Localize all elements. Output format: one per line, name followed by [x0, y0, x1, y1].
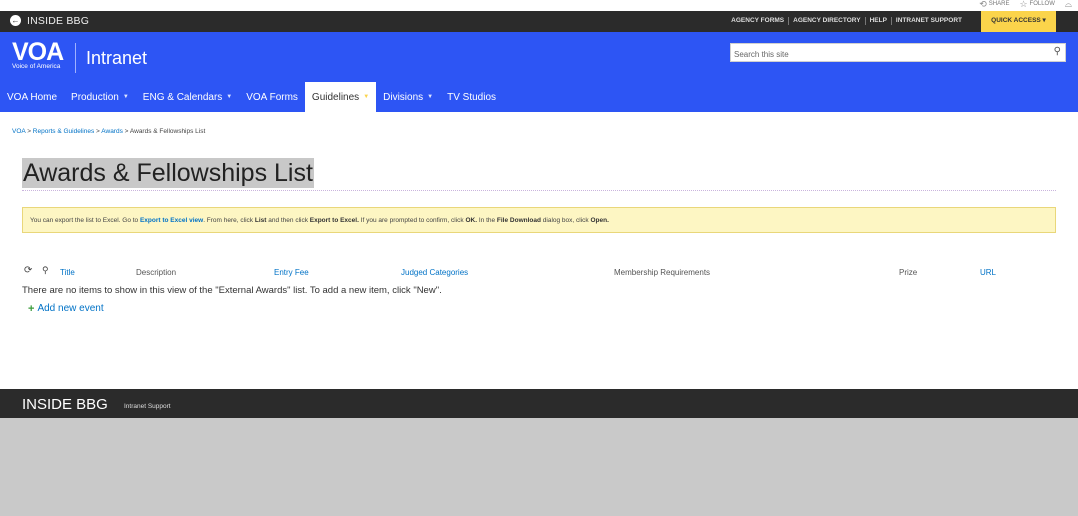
nav-production[interactable]: Production ▼ [64, 82, 136, 112]
column-prize: Prize [899, 268, 918, 277]
logo-divider [75, 43, 76, 73]
column-entry-fee[interactable]: Entry Fee [274, 268, 309, 277]
search-box: ⚲ [730, 43, 1066, 63]
agency-forms-link[interactable]: AGENCY FORMS [727, 17, 788, 25]
nav-divisions[interactable]: Divisions ▼ [376, 82, 440, 112]
breadcrumb-reports-guidelines[interactable]: Reports & Guidelines [33, 128, 94, 135]
focus-action[interactable]: ⌓ [1065, 0, 1072, 9]
agency-links: AGENCY FORMS AGENCY DIRECTORY HELP INTRA… [727, 17, 966, 25]
chevron-down-icon: ▼ [226, 94, 233, 100]
focus-icon: ⌓ [1064, 0, 1072, 9]
quick-access-button[interactable]: QUICK ACCESS ▾ [981, 11, 1056, 32]
breadcrumb: VOA > Reports & Guidelines > Awards > Aw… [12, 128, 206, 135]
export-to-excel-link[interactable]: Export to Excel view [140, 217, 203, 224]
breadcrumb-current: Awards & Fellowships List [129, 128, 206, 135]
page-actions: ⟲ SHARE ☆ FOLLOW ⌓ [979, 0, 1072, 9]
utility-strip: ⟲ SHARE ☆ FOLLOW ⌓ [0, 0, 1078, 11]
refresh-icon[interactable]: ⟳ [24, 265, 32, 276]
nav-tv-studios[interactable]: TV Studios [440, 82, 503, 112]
agency-directory-link[interactable]: AGENCY DIRECTORY [788, 17, 864, 25]
main-nav: VOA Home Production ▼ ENG & Calendars ▼ VO… [0, 82, 1078, 112]
column-url[interactable]: URL [980, 268, 996, 277]
column-membership-requirements: Membership Requirements [614, 268, 711, 277]
breadcrumb-awards[interactable]: Awards [101, 128, 123, 135]
column-description: Description [136, 268, 177, 277]
logo-mark: VOA [12, 38, 64, 66]
share-action[interactable]: ⟲ SHARE [979, 0, 1009, 9]
page-title: Awards & Fellowships List [22, 158, 314, 188]
attachment-icon[interactable]: ⚲ [42, 265, 49, 276]
site-name[interactable]: Intranet [86, 48, 147, 69]
page-background [0, 418, 1078, 516]
chevron-down-icon: ▼ [122, 94, 129, 100]
plus-icon: + [28, 302, 35, 315]
top-bar: ← INSIDE BBG AGENCY FORMS AGENCY DIRECTO… [0, 11, 1078, 32]
star-icon: ☆ [1019, 0, 1028, 9]
breadcrumb-voa[interactable]: VOA [12, 128, 25, 135]
nav-voa-home[interactable]: VOA Home [0, 82, 64, 112]
help-link[interactable]: HELP [864, 17, 891, 25]
logo-subtitle: Voice of America [12, 63, 61, 70]
inside-bbg-title[interactable]: INSIDE BBG [27, 15, 89, 27]
column-judged-categories[interactable]: Judged Categories [401, 268, 468, 277]
search-icon[interactable]: ⚲ [1054, 46, 1061, 58]
follow-action[interactable]: ☆ FOLLOW [1019, 0, 1054, 9]
footer-title: INSIDE BBG [22, 396, 108, 413]
empty-list-message: There are no items to show in this view … [22, 285, 442, 296]
list-header: ⟳ ⚲ Title Description Entry Fee Judged C… [22, 265, 1056, 279]
add-new-event-button[interactable]: + Add new event [28, 303, 104, 314]
voa-logo[interactable]: VOA Voice of America [12, 38, 64, 71]
intranet-support-link[interactable]: INTRANET SUPPORT [890, 17, 966, 25]
export-notice: You can export the list to Excel. Go to … [22, 207, 1056, 233]
footer: INSIDE BBG Intranet Support [0, 389, 1078, 418]
chevron-down-icon: ▼ [363, 94, 370, 100]
title-divider [22, 190, 1056, 191]
nav-eng-calendars[interactable]: ENG & Calendars ▼ [136, 82, 239, 112]
footer-intranet-support-link[interactable]: Intranet Support [124, 403, 171, 410]
share-icon: ⟲ [979, 0, 987, 9]
nav-guidelines[interactable]: Guidelines ▼ [304, 82, 377, 112]
nav-voa-forms[interactable]: VOA Forms [239, 82, 305, 112]
site-header: VOA Voice of America Intranet ⚲ [0, 32, 1078, 82]
column-title[interactable]: Title [60, 268, 75, 277]
chevron-down-icon: ▼ [427, 94, 434, 100]
back-arrow-icon[interactable]: ← [10, 15, 21, 26]
search-input[interactable] [731, 46, 1031, 63]
